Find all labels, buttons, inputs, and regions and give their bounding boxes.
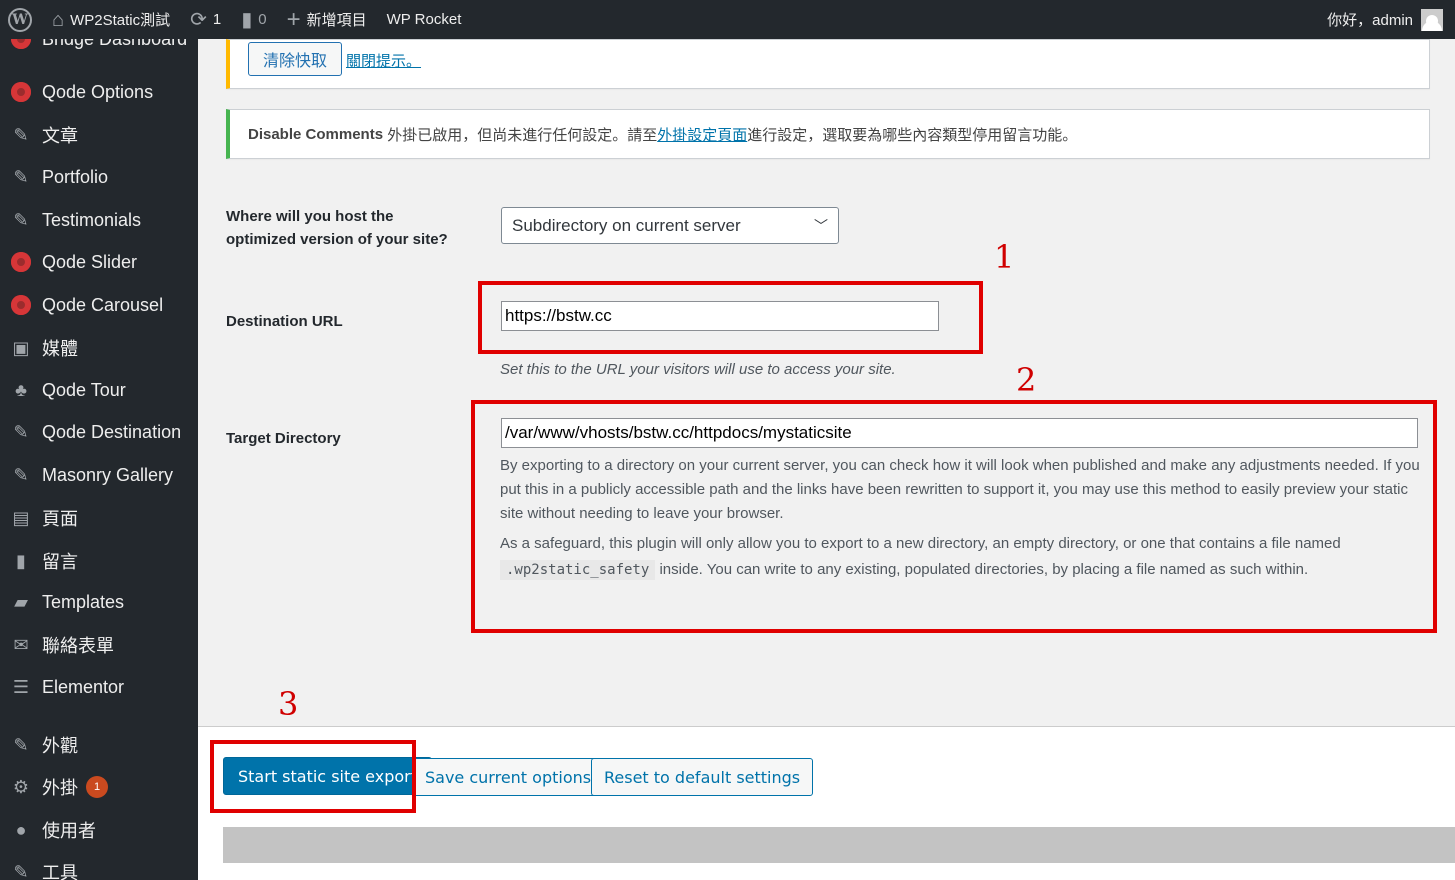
sidebar-item-masonry-gallery[interactable]: ✎ Masonry Gallery	[0, 455, 198, 495]
wordpress-icon: W	[8, 7, 32, 32]
pin-icon: ✎	[13, 421, 29, 442]
new-label: 新增項目	[306, 12, 367, 29]
refresh-icon: ⟳	[190, 8, 207, 31]
dot-icon	[11, 39, 31, 49]
greeting: 你好，admin	[1327, 12, 1413, 29]
dot-icon	[11, 295, 31, 315]
new-content-menu[interactable]: + 新增項目	[277, 0, 377, 39]
sidebar-item-elementor[interactable]: ☰ Elementor	[0, 667, 198, 707]
sidebar-item-appearance[interactable]: ✎ 外觀	[0, 725, 198, 765]
comments-count: 0	[258, 11, 267, 28]
avatar	[1421, 8, 1443, 31]
pin-icon: ✎	[13, 464, 29, 485]
annotation-number-2: 2	[1016, 361, 1037, 399]
pin-icon: ✎	[13, 166, 29, 187]
sidebar-item-qode-carousel[interactable]: Qode Carousel	[0, 285, 198, 325]
notice-text-1: 外掛已啟用，但尚未進行任何設定。請至	[383, 126, 658, 144]
sidebar-item-posts[interactable]: ✎ 文章	[0, 115, 198, 155]
sidebar-item-media[interactable]: ▣ 媒體	[0, 328, 198, 368]
destination-url-label: Destination URL	[226, 313, 343, 330]
sidebar-item-qode-slider[interactable]: Qode Slider	[0, 242, 198, 282]
wp-rocket-menu[interactable]: WP Rocket	[377, 0, 472, 39]
home-icon: ⌂	[52, 8, 65, 31]
sidebar-item-comments[interactable]: ▮ 留言	[0, 541, 198, 581]
plugin-icon: ⚙	[12, 776, 30, 797]
wp-logo-menu[interactable]: W	[0, 0, 42, 39]
sidebar-item-qode-options[interactable]: Qode Options	[0, 72, 198, 112]
account-menu[interactable]: 你好，admin	[1327, 8, 1455, 31]
plugin-settings-link[interactable]: 外掛設定頁面	[657, 124, 747, 145]
sidebar-item-tools[interactable]: ✎ 工具	[0, 852, 198, 880]
sidebar-item-pages[interactable]: ▤ 頁面	[0, 498, 198, 538]
destination-url-description: Set this to the URL your visitors will u…	[500, 361, 896, 378]
folder-icon: ▰	[14, 591, 28, 612]
elementor-icon: ☰	[12, 676, 30, 697]
save-options-button[interactable]: Save current options	[412, 758, 605, 796]
annotation-box-3	[210, 740, 416, 813]
reset-defaults-button[interactable]: Reset to default settings	[591, 758, 814, 796]
updates-menu[interactable]: ⟳ 1	[180, 0, 231, 39]
disable-comments-notice: Disable Comments 外掛已啟用，但尚未進行任何設定。請至 外掛設定…	[226, 109, 1430, 159]
brush-icon: ✎	[13, 734, 29, 755]
wp-rocket-label: WP Rocket	[386, 11, 462, 28]
site-name: WP2Static測試	[70, 12, 171, 29]
comment-icon: ▮	[16, 550, 26, 571]
comment-icon: ▮	[241, 8, 253, 31]
site-name-menu[interactable]: ⌂ WP2Static測試	[42, 0, 180, 39]
user-icon: ●	[15, 819, 27, 840]
host-label: Where will you host the optimized versio…	[226, 208, 448, 248]
dot-icon	[11, 82, 31, 102]
media-icon: ▣	[12, 337, 30, 358]
host-select-value: Subdirectory on current server	[512, 215, 741, 235]
clear-cache-button[interactable]: 清除快取	[248, 42, 343, 76]
page-icon: ▤	[12, 507, 30, 528]
cache-notice: 清除快取 關閉提示。	[226, 39, 1430, 89]
notice-plugin-name: Disable Comments	[248, 125, 384, 143]
dot-icon	[11, 252, 31, 272]
mail-icon: ✉	[13, 634, 29, 655]
sidebar-item-plugins[interactable]: ⚙ 外掛 1	[0, 767, 198, 807]
sidebar-item-users[interactable]: ● 使用者	[0, 810, 198, 850]
notice-text-2: 進行設定，選取要為哪些內容類型停用留言功能。	[747, 126, 1078, 144]
pin-icon: ✎	[13, 124, 29, 145]
progress-bar	[223, 827, 1455, 863]
annotation-number-1: 1	[994, 238, 1015, 276]
dismiss-notice-link[interactable]: 關閉提示。	[346, 50, 421, 71]
sidebar-item-templates[interactable]: ▰ Templates	[0, 582, 198, 622]
annotation-number-3: 3	[278, 685, 299, 723]
updates-count: 1	[212, 11, 222, 28]
sidebar-item-contact-forms[interactable]: ✉ 聯絡表單	[0, 625, 198, 665]
chevron-down-icon: ﹀	[814, 218, 828, 234]
palm-icon: ♣	[15, 379, 27, 400]
target-directory-label: Target Directory	[226, 430, 341, 447]
main-content: 清除快取 關閉提示。 Disable Comments 外掛已啟用，但尚未進行任…	[198, 39, 1455, 880]
sidebar-item-qode-destination[interactable]: ✎ Qode Destination	[0, 412, 198, 452]
comments-menu[interactable]: ▮ 0	[231, 0, 276, 39]
sidebar-item-portfolio[interactable]: ✎ Portfolio	[0, 157, 198, 197]
plugin-update-badge: 1	[86, 776, 108, 798]
wrench-icon: ✎	[13, 861, 29, 880]
admin-bar: W ⌂ WP2Static測試 ⟳ 1 ▮ 0 + 新增項目 WP Rocket…	[0, 0, 1455, 39]
sidebar-item-bridge-dashboard[interactable]: Bridge Dashboard	[0, 39, 198, 59]
annotation-box-1	[478, 281, 983, 354]
pin-icon: ✎	[13, 209, 29, 230]
plus-icon: +	[286, 5, 301, 33]
admin-sidebar: Bridge Dashboard Qode Options ✎ 文章 ✎ Por…	[0, 39, 198, 880]
host-select[interactable]: Subdirectory on current server ﹀	[501, 207, 839, 244]
sidebar-item-testimonials[interactable]: ✎ Testimonials	[0, 200, 198, 240]
annotation-box-2	[471, 400, 1437, 633]
sidebar-item-qode-tour[interactable]: ♣ Qode Tour	[0, 370, 198, 410]
